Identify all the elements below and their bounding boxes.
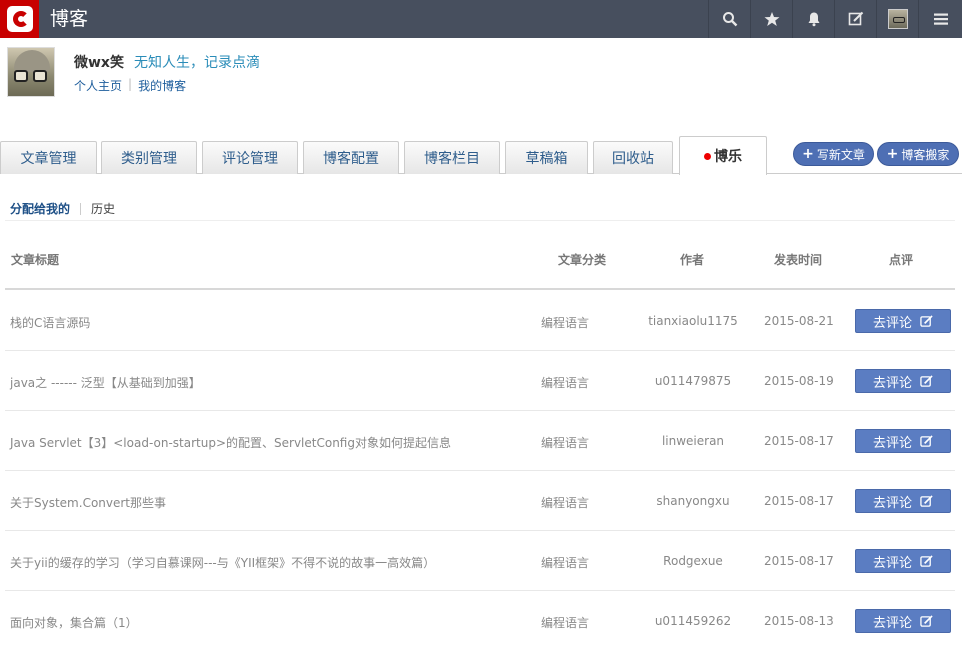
table-row: 栈的C语言源码 编程语言 tianxiaolu1175 2015-08-21 去… xyxy=(5,291,955,351)
edit-icon xyxy=(920,434,933,447)
review-button-label: 去评论 xyxy=(872,375,912,391)
review-button-label: 去评论 xyxy=(872,315,912,331)
article-author[interactable]: tianxiaolu1175 xyxy=(605,314,781,328)
bell-icon xyxy=(808,12,819,27)
profile-motto: 无知人生，记录点滴 xyxy=(134,55,260,71)
article-category: 编程语言 xyxy=(541,376,590,390)
subnav-history[interactable]: 历史 xyxy=(91,200,115,217)
article-title[interactable]: Java Servlet【3】<load-on-startup>的配置、Serv… xyxy=(10,434,451,451)
table-row: 关于System.Convert那些事 编程语言 shanyongxu 2015… xyxy=(5,471,955,531)
tab-categories[interactable]: 类别管理 xyxy=(101,141,197,174)
top-bar: 博客 xyxy=(0,0,962,38)
tab-comments[interactable]: 评论管理 xyxy=(202,141,298,174)
search-icon xyxy=(722,12,737,27)
review-button[interactable]: 去评论 xyxy=(855,429,951,453)
article-title[interactable]: 关于yii的缓存的学习（学习自慕课网---与《YII框架》不得不说的故事一高效篇… xyxy=(10,554,435,571)
edit-icon xyxy=(920,494,933,507)
article-category: 编程语言 xyxy=(541,436,590,450)
personal-home-link[interactable]: 个人主页 xyxy=(74,77,122,94)
article-date: 2015-08-17 xyxy=(764,554,834,568)
article-date: 2015-08-17 xyxy=(764,494,834,508)
plus-icon: + xyxy=(802,146,814,162)
subnav-separator xyxy=(80,202,82,215)
search-button[interactable] xyxy=(708,0,750,38)
article-date: 2015-08-19 xyxy=(764,374,834,388)
plus-icon: + xyxy=(886,146,899,162)
blog-move-button[interactable]: + 博客搬家 xyxy=(877,142,959,166)
article-date: 2015-08-13 xyxy=(764,614,834,628)
article-title[interactable]: 关于System.Convert那些事 xyxy=(10,494,166,511)
profile-links: 个人主页 | 我的博客 xyxy=(74,77,186,94)
menu-button[interactable] xyxy=(918,0,962,38)
article-title[interactable]: 栈的C语言源码 xyxy=(10,314,90,331)
article-author[interactable]: u011479875 xyxy=(605,374,781,388)
profile-name[interactable]: 微wx笑 xyxy=(74,52,124,72)
review-button-label: 去评论 xyxy=(872,435,912,451)
write-article-label: 写新文章 xyxy=(816,147,865,162)
article-date: 2015-08-21 xyxy=(764,314,834,328)
tab-bole-label: 博乐 xyxy=(714,149,742,165)
sub-navigation: 分配给我的 历史 xyxy=(10,200,115,217)
favorites-button[interactable] xyxy=(750,0,792,38)
edit-icon xyxy=(920,614,933,627)
avatar xyxy=(887,9,908,29)
article-title[interactable]: java之 ------ 泛型【从基础到加强】 xyxy=(10,374,201,391)
tab-recycle-bin[interactable]: 回收站 xyxy=(593,141,673,174)
table-row: 面向对象，集合篇（1） 编程语言 u011459262 2015-08-13 去… xyxy=(5,591,955,651)
header-author: 作者 xyxy=(680,253,705,267)
app-title[interactable]: 博客 xyxy=(50,6,88,32)
review-button[interactable]: 去评论 xyxy=(855,309,951,333)
article-category: 编程语言 xyxy=(541,616,590,630)
profile-avatar[interactable] xyxy=(7,47,55,97)
link-separator: | xyxy=(128,77,133,91)
notifications-button[interactable] xyxy=(792,0,834,38)
blog-move-label: 博客搬家 xyxy=(901,147,950,162)
write-button[interactable] xyxy=(834,0,876,38)
article-author[interactable]: u011459262 xyxy=(605,614,781,628)
review-button[interactable]: 去评论 xyxy=(855,369,951,393)
article-author[interactable]: Rodgexue xyxy=(605,554,781,568)
article-author[interactable]: linweieran xyxy=(605,434,781,448)
edit-icon xyxy=(920,314,933,327)
table-row: 关于yii的缓存的学习（学习自慕课网---与《YII框架》不得不说的故事一高效篇… xyxy=(5,531,955,591)
review-button-label: 去评论 xyxy=(872,555,912,571)
table-row: java之 ------ 泛型【从基础到加强】 编程语言 u011479875 … xyxy=(5,351,955,411)
header-review: 点评 xyxy=(889,253,914,267)
header-category: 文章分类 xyxy=(558,253,607,267)
my-blog-link[interactable]: 我的博客 xyxy=(138,77,186,94)
tab-drafts[interactable]: 草稿箱 xyxy=(505,141,588,174)
article-author[interactable]: shanyongxu xyxy=(605,494,781,508)
header-title: 文章标题 xyxy=(11,253,60,267)
tab-articles[interactable]: 文章管理 xyxy=(0,141,97,174)
article-category: 编程语言 xyxy=(541,496,590,510)
edit-icon xyxy=(920,554,933,567)
article-date: 2015-08-17 xyxy=(764,434,834,448)
table-header: 文章标题 文章分类 作者 发表时间 点评 xyxy=(5,240,955,290)
tab-blog-settings[interactable]: 博客配置 xyxy=(303,141,399,174)
tab-bole[interactable]: 博乐 xyxy=(679,136,767,175)
review-button[interactable]: 去评论 xyxy=(855,609,951,633)
user-menu-button[interactable] xyxy=(876,0,918,38)
csdn-logo-icon[interactable] xyxy=(0,0,39,38)
edit-icon xyxy=(848,11,863,26)
review-button[interactable]: 去评论 xyxy=(855,489,951,513)
edit-icon xyxy=(920,374,933,387)
subnav-assigned[interactable]: 分配给我的 xyxy=(10,200,70,217)
article-category: 编程语言 xyxy=(541,316,590,330)
tab-blog-columns[interactable]: 博客栏目 xyxy=(404,141,500,174)
red-dot-icon xyxy=(704,152,711,160)
table-row: Java Servlet【3】<load-on-startup>的配置、Serv… xyxy=(5,411,955,471)
star-icon xyxy=(764,12,779,26)
article-title[interactable]: 面向对象，集合篇（1） xyxy=(10,614,138,631)
menu-icon xyxy=(933,13,948,25)
article-category: 编程语言 xyxy=(541,556,590,570)
write-article-button[interactable]: + 写新文章 xyxy=(793,142,874,166)
header-date: 发表时间 xyxy=(774,253,823,267)
divider xyxy=(5,220,955,221)
review-button-label: 去评论 xyxy=(872,495,912,511)
review-button-label: 去评论 xyxy=(872,615,912,631)
review-button[interactable]: 去评论 xyxy=(855,549,951,573)
